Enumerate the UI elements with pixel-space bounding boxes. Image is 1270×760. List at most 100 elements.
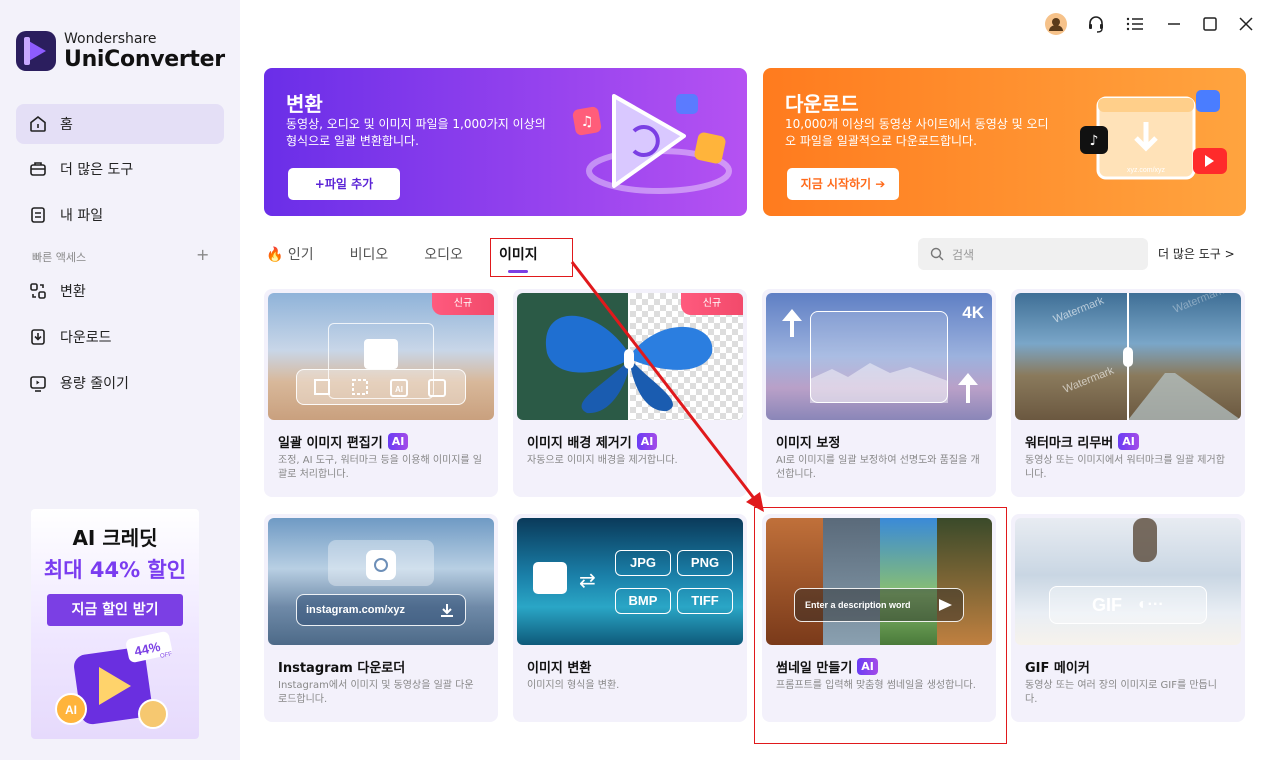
card-image-converter[interactable]: ⇄ JPG PNG BMP TIFF 이미지 변환 이미지의 형식을 변환. [513,514,747,722]
format-png: PNG [677,550,733,576]
watermark-text: Watermark [1052,294,1106,325]
sidebar-item-label: 용량 줄이기 [60,376,129,392]
sidebar: Wondershare UniConverter 홈 더 많은 도구 내 파일 … [0,0,240,760]
card-desc: Instagram에서 이미지 및 동영상을 일괄 다운로드합니다. [278,680,474,705]
instagram-thumbnail: instagram.com/xyz [268,518,494,645]
sidebar-item-label: 더 많은 도구 [60,162,134,178]
sidebar-item-home[interactable]: 홈 [16,104,224,144]
convert-illustration-icon: ♫ [572,94,732,194]
convert-banner-desc: 동영상, 오디오 및 이미지 파일을 1,000가지 이상의 형식으로 일괄 변… [286,117,546,148]
promo-title: AI 크레딧 [72,526,158,550]
card-desc: 이미지의 형식을 변환. [527,680,620,691]
fire-icon: 🔥 [266,247,284,263]
brand-line1: Wondershare [64,30,157,47]
promo-illustration-icon: AI 44% OFF [55,631,173,729]
annotation-arrow-icon [570,261,764,512]
format-jpg: JPG [615,550,671,576]
card-gif-maker[interactable]: GIF ◐··· GIF 메이커 동영상 또는 여러 장의 이미지로 GIF를 … [1011,514,1245,722]
card-title: 일괄 이미지 편집기 AI [278,432,409,451]
new-badge: 신규 [432,293,494,315]
add-quick-access-button[interactable]: + [196,245,209,264]
card-batch-image-editor[interactable]: AI 신규 일괄 이미지 편집기 AI 조정, AI 도구, 워터마크 등을 이용… [264,289,498,497]
search-icon [930,247,944,261]
main-content: 변환 동영상, 오디오 및 이미지 파일을 1,000가지 이상의 형식으로 일… [240,0,1270,760]
convert-arrows-icon: ⇄ [579,568,596,592]
more-tools-link[interactable]: 더 많은 도구 > [1158,245,1235,262]
ai-credit-promo-banner[interactable]: AI 크레딧 최대 44% 할인 지금 할인 받기 AI 44% OFF [31,509,199,739]
card-desc: 동영상 또는 이미지에서 워터마크를 일괄 제거합니다. [1025,455,1225,480]
sidebar-item-my-files[interactable]: 내 파일 [16,195,224,235]
promo-badge-off: OFF [160,651,173,659]
tab-video[interactable]: 비디오 [350,244,389,264]
card-title: Instagram 다운로더 [278,661,406,676]
batch-editor-thumbnail: AI 신규 [268,293,494,420]
instagram-icon [366,550,396,580]
support-headset-icon[interactable] [1084,12,1108,36]
gif-maker-thumbnail: GIF ◐··· [1015,518,1241,645]
gif-loader-icon: ◐··· [1138,596,1164,613]
download-banner[interactable]: 다운로드 10,000개 이상의 동영상 사이트에서 동영상 및 오디 오 파일… [763,68,1246,216]
add-file-button[interactable]: +파일 추가 [288,168,400,200]
toolbox-icon [28,159,48,179]
highlight-image-tab [490,238,573,277]
card-image-enhancer[interactable]: 4K 이미지 보정 AI로 이미지를 일괄 보정하여 선명도와 품질을 개선합니… [762,289,996,497]
edit-tools-bar: AI [296,369,466,405]
svg-text:AI: AI [395,385,403,394]
brand-line2: UniConverter [64,46,225,72]
ai-badge: AI [387,433,409,450]
gif-label-box: GIF ◐··· [1049,586,1207,624]
uniconverter-logo-icon [16,31,56,71]
watermark-thumbnail: Watermark Watermark Watermark [1015,293,1241,420]
sidebar-item-compress[interactable]: 용량 줄이기 [16,363,224,403]
highlight-thumbnail-card [754,507,1007,744]
app-logo: Wondershare UniConverter [16,31,225,71]
quick-access-label: 빠른 액세스 [32,251,87,264]
promo-subtitle: 최대 44% 할인 [43,558,187,582]
convert-icon [28,281,48,301]
card-title: 워터마크 리무버 AI [1025,432,1139,451]
download-icon [28,327,48,347]
convert-banner[interactable]: 변환 동영상, 오디오 및 이미지 파일을 1,000가지 이상의 형식으로 일… [264,68,747,216]
search-input[interactable]: 검색 [918,238,1148,270]
promo-discount-button[interactable]: 지금 할인 받기 [47,594,183,626]
enhancer-thumbnail: 4K [766,293,992,420]
format-tiff: TIFF [677,588,733,614]
sidebar-item-download[interactable]: 다운로드 [16,317,224,357]
tab-audio[interactable]: 오디오 [424,244,463,264]
watermark-text: Watermark [1172,293,1226,316]
home-icon [28,114,48,134]
account-avatar-icon[interactable] [1044,12,1068,36]
image-icon [533,562,567,594]
download-banner-title: 다운로드 [785,92,859,116]
start-now-button[interactable]: 지금 시작하기 ➔ [787,168,899,200]
card-desc: 동영상 또는 여러 장의 이미지로 GIF를 만듭니다. [1025,680,1217,705]
menu-list-icon[interactable] [1123,12,1147,36]
close-icon[interactable] [1234,12,1258,36]
image-icon [364,339,398,369]
download-banner-url: xyz.com/xyz [1127,167,1166,174]
convert-banner-title: 변환 [286,92,323,116]
svg-text:AI: AI [65,703,77,717]
watermark-text: Watermark [1062,364,1116,395]
card-desc: AI로 이미지를 일괄 보정하여 선명도와 품질을 개선합니다. [776,455,980,480]
card-title: GIF 메이커 [1025,661,1090,676]
compress-icon [28,373,48,393]
sidebar-item-label: 변환 [60,284,86,300]
sidebar-item-label: 다운로드 [60,330,112,346]
arrow-up-icon [782,309,978,403]
sidebar-item-label: 내 파일 [60,208,104,224]
svg-text:♪: ♪ [1090,133,1099,149]
format-bmp: BMP [615,588,671,614]
maximize-icon[interactable] [1198,12,1222,36]
card-title: 이미지 변환 [527,661,592,676]
minimize-icon[interactable] [1162,12,1186,36]
svg-text:♫: ♫ [581,114,594,130]
card-instagram-downloader[interactable]: instagram.com/xyz Instagram 다운로더 Instagr… [264,514,498,722]
sidebar-item-convert[interactable]: 변환 [16,271,224,311]
ai-badge: AI [1118,433,1139,450]
download-illustration-icon: xyz.com/xyz ♪ [1080,90,1227,180]
sidebar-item-more-tools[interactable]: 더 많은 도구 [16,149,224,189]
card-watermark-remover[interactable]: Watermark Watermark Watermark 워터마크 리무버 AI… [1011,289,1245,497]
tab-popular[interactable]: 🔥 인기 [266,244,314,264]
file-icon [28,205,48,225]
